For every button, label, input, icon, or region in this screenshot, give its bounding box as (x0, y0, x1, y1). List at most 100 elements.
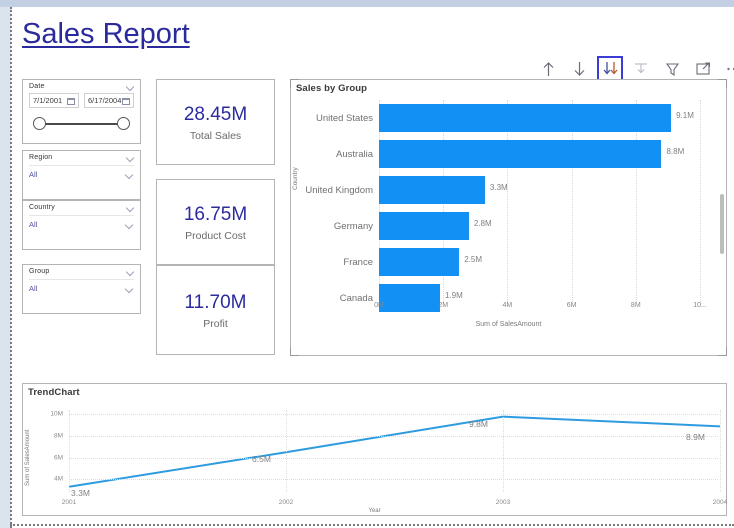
trend-point-label: 8.9M (686, 432, 705, 443)
bar-track: 8.8M (379, 136, 712, 172)
kpi-card-total-sales[interactable]: 28.45M Total Sales (156, 79, 275, 165)
filter-icon[interactable] (661, 58, 683, 80)
date-range-inputs: 7/1/2001 6/17/2004 (23, 90, 140, 108)
resize-handle-bottom-right[interactable] (718, 347, 727, 356)
bar-track: 3.3M (379, 172, 712, 208)
bar[interactable] (379, 248, 460, 276)
calendar-icon[interactable] (122, 97, 130, 105)
gridline (69, 436, 718, 438)
bar-value-label: 2.8M (473, 219, 492, 228)
bar-track: 9.1M (379, 100, 712, 136)
calendar-icon[interactable] (67, 97, 75, 105)
bar-value-label: 8.8M (666, 147, 685, 156)
chevron-down-icon[interactable] (126, 205, 135, 211)
bar[interactable] (379, 104, 672, 132)
gridline (720, 410, 721, 492)
date-start-field[interactable]: 7/1/2001 (29, 93, 79, 108)
group-slicer-dropdown[interactable]: All (29, 279, 134, 295)
chevron-down-icon[interactable] (126, 269, 135, 275)
bar-category-label: United States (315, 112, 373, 124)
drill-up-icon[interactable] (537, 58, 559, 80)
resize-handle-top-left[interactable] (290, 79, 299, 88)
bar-category-label: United Kingdom (305, 184, 373, 196)
page-selection-border-bottom (10, 524, 734, 526)
x-axis-tick-label: 2004 (712, 499, 728, 506)
report-page: Sales Report Date 7/1/2001 6/17/2004 Reg… (0, 0, 734, 528)
bar-chart-x-axis: 0M 2M 4M 6M 8M 10... (374, 302, 712, 316)
kpi-caption: Product Cost (185, 229, 246, 242)
bar-category-label: Canada (339, 292, 373, 304)
group-slicer[interactable]: Group All (22, 264, 141, 314)
gridline (69, 410, 70, 492)
bar-chart-plot: Country United States 9.1M Australia 8.8M Un… (291, 94, 726, 330)
expand-all-down-icon[interactable] (597, 56, 623, 82)
bar-chart-row[interactable]: Germany 2.8M (301, 208, 712, 244)
y-axis-tick-label: 10M (50, 410, 63, 418)
chevron-down-icon[interactable] (125, 172, 134, 178)
more-options-icon[interactable] (723, 58, 734, 80)
trend-line (68, 415, 721, 488)
kpi-caption: Profit (203, 317, 228, 330)
region-slicer-dropdown[interactable]: All (29, 165, 134, 181)
country-slicer-label: Country (29, 204, 55, 211)
x-axis-tick-label: 6M (566, 302, 577, 309)
y-axis-tick-label: 6M (53, 454, 63, 462)
resize-handle-bottom-left[interactable] (290, 347, 299, 356)
y-axis-tick-label: 4M (53, 475, 63, 483)
gridline (286, 410, 287, 492)
bar-chart-row[interactable]: United Kingdom 3.3M (301, 172, 712, 208)
group-slicer-header: Group (23, 265, 140, 275)
slider-handle-end[interactable] (117, 117, 130, 130)
x-axis-tick-label: 2M (438, 302, 449, 309)
region-slicer-label: Region (29, 154, 53, 161)
bar-chart-visual[interactable]: Sales by Group Country United States 9.1M… (290, 79, 727, 356)
x-axis-tick-label: 2001 (61, 499, 77, 506)
slider-track (41, 123, 122, 125)
drill-down-icon[interactable] (568, 58, 590, 80)
bar-chart-x-axis-title: Sum of SalesAmount (475, 321, 542, 328)
bar-category-label: Australia (336, 148, 373, 160)
region-slicer[interactable]: Region All (22, 150, 141, 200)
bar-category-label: Germany (333, 220, 373, 232)
bar-track: 2.5M (379, 244, 712, 280)
country-slicer-value: All (29, 220, 38, 229)
resize-handle-top-right[interactable] (718, 79, 727, 88)
trend-chart-title: TrendChart (28, 387, 80, 398)
date-end-field[interactable]: 6/17/2004 (84, 93, 134, 108)
x-axis-tick-label: 2002 (278, 499, 294, 506)
chevron-down-icon[interactable] (125, 286, 134, 292)
bar-value-label: 3.3M (489, 183, 508, 192)
trend-point-label: 3.3M (71, 487, 90, 498)
page-title: Sales Report (22, 18, 190, 50)
date-start-value: 7/1/2001 (33, 96, 63, 105)
bar-chart-scrollbar[interactable] (720, 194, 724, 254)
bar-chart-row[interactable]: United States 9.1M (301, 100, 712, 136)
trend-chart-plot: Sum of SalesAmount Year 4M 6M 8M 10M 2001 200… (23, 398, 728, 514)
go-to-next-level-icon[interactable] (630, 58, 652, 80)
bar-chart-row[interactable]: Australia 8.8M (301, 136, 712, 172)
slider-handle-start[interactable] (33, 117, 46, 130)
chevron-down-icon[interactable] (126, 155, 135, 161)
date-slicer[interactable]: Date 7/1/2001 6/17/2004 (22, 79, 141, 144)
bar-value-label: 2.5M (464, 255, 483, 264)
bar[interactable] (379, 140, 662, 168)
bar[interactable] (379, 176, 485, 204)
bar-track: 2.8M (379, 208, 712, 244)
date-slicer-header: Date (23, 80, 140, 90)
x-axis-tick-label: 0M (374, 302, 384, 309)
focus-mode-icon[interactable] (692, 58, 714, 80)
bar-chart-row[interactable]: France 2.5M (301, 244, 712, 280)
bar-value-label: 1.9M (444, 291, 463, 300)
bar-chart-title: Sales by Group (296, 83, 368, 94)
bar-value-label: 9.1M (676, 111, 694, 120)
chevron-down-icon[interactable] (125, 222, 134, 228)
chevron-down-icon[interactable] (126, 84, 135, 90)
country-slicer-dropdown[interactable]: All (29, 215, 134, 231)
kpi-card-profit[interactable]: 11.70M Profit (156, 265, 275, 355)
bar[interactable] (379, 212, 469, 240)
kpi-card-product-cost[interactable]: 16.75M Product Cost (156, 179, 275, 265)
gridline (69, 479, 718, 481)
country-slicer[interactable]: Country All (22, 200, 141, 250)
trend-chart-visual[interactable]: TrendChart Sum of SalesAmount Year 4M 6M 8… (22, 383, 727, 516)
date-range-slider[interactable] (33, 117, 130, 131)
